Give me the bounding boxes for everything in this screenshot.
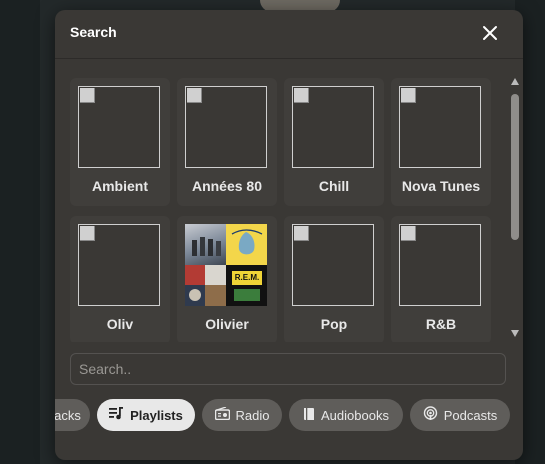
broken-image-icon [292, 86, 374, 168]
scroll-up-arrow-icon[interactable] [511, 78, 519, 85]
album-cover-text: R.E.M. [232, 271, 262, 285]
close-icon [483, 26, 497, 40]
album-collage-image: R.E.M. [185, 224, 267, 306]
playlist-label: Pop [320, 316, 348, 332]
broken-image-icon [185, 86, 267, 168]
playlist-label: Olivier [205, 316, 249, 332]
playlist-card-annees-80[interactable]: Années 80 [177, 78, 277, 206]
broken-image-icon [78, 86, 160, 168]
filter-chip-label: Playlists [130, 407, 183, 423]
scroll-down-arrow-icon[interactable] [511, 330, 519, 337]
playlist-label: Chill [318, 178, 350, 194]
dialog-title: Search [70, 24, 117, 40]
filter-chip-playlists[interactable]: Playlists [97, 399, 195, 431]
header-divider [55, 58, 523, 59]
playlist-card-rnb[interactable]: R&B [391, 216, 491, 342]
search-input[interactable] [70, 353, 506, 385]
search-dialog: Search Ambient Années 80 Chill Nova Tune… [55, 10, 523, 460]
book-icon [303, 407, 315, 424]
album-cover-4: R.E.M. [226, 265, 267, 306]
playlist-card-ambient[interactable]: Ambient [70, 78, 170, 206]
playlist-card-oliv[interactable]: Oliv [70, 216, 170, 342]
filter-chip-label: Podcasts [443, 407, 498, 423]
broken-image-icon [78, 224, 160, 306]
album-cover-1 [185, 224, 226, 265]
playlist-icon [109, 407, 124, 423]
filter-chip-radio[interactable]: Radio [202, 399, 282, 431]
filter-chip-audiobooks[interactable]: Audiobooks [289, 399, 403, 431]
playlist-card-olivier[interactable]: R.E.M. Olivier [177, 216, 277, 342]
playlist-label: R&B [425, 316, 457, 332]
filter-chip-label: Audiobooks [321, 407, 389, 423]
podcast-icon [423, 406, 438, 424]
playlist-label: Années 80 [191, 178, 263, 194]
playlist-grid: Ambient Années 80 Chill Nova Tunes Oliv [70, 78, 500, 342]
album-cover-3 [185, 265, 226, 306]
filter-chip-tracks[interactable]: acks [55, 399, 90, 431]
playlist-card-pop[interactable]: Pop [284, 216, 384, 342]
filter-chip-label: Radio [235, 407, 270, 423]
scrollbar-thumb[interactable] [511, 94, 519, 240]
filter-chip-label: acks [55, 407, 81, 423]
filter-chip-podcasts[interactable]: Podcasts [410, 399, 510, 431]
broken-image-icon [399, 86, 481, 168]
broken-image-icon [399, 224, 481, 306]
playlist-label: Ambient [92, 178, 148, 194]
close-button[interactable] [475, 22, 505, 48]
album-cover-graphic [234, 289, 260, 301]
radio-icon [214, 406, 230, 423]
album-cover-2 [226, 224, 267, 265]
playlist-label: Oliv [106, 316, 134, 332]
playlist-card-chill[interactable]: Chill [284, 78, 384, 206]
grid-scrollbar[interactable] [510, 78, 520, 340]
broken-image-icon [292, 224, 374, 306]
playlist-label: Nova Tunes [401, 178, 481, 194]
playlist-card-nova-tunes[interactable]: Nova Tunes [391, 78, 491, 206]
background-panel-left [0, 0, 40, 464]
